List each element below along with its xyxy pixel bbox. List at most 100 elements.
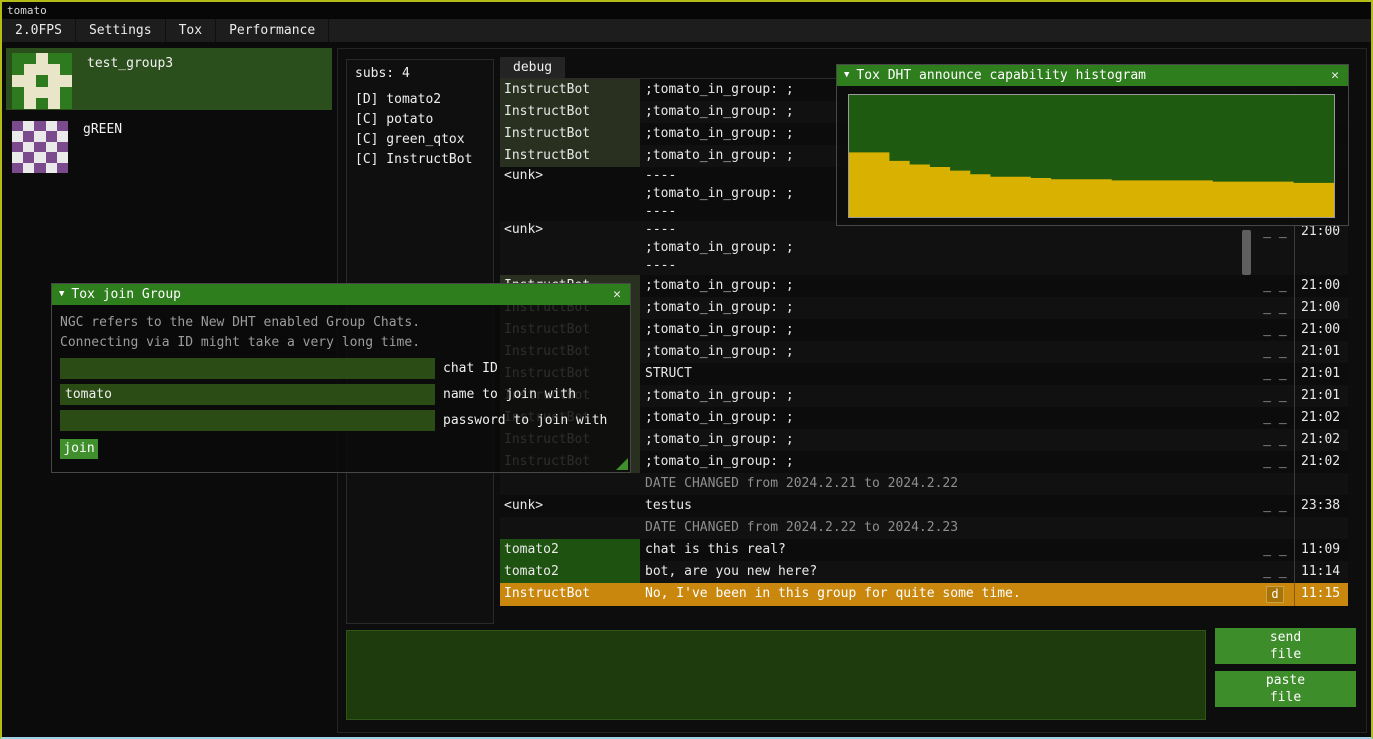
message-text: STRUCT (640, 363, 1256, 385)
chat-message-row[interactable]: InstructBot No, I've been in this group … (500, 583, 1348, 606)
chat-message-row[interactable]: DATE CHANGED from 2024.2.22 to 2024.2.23 (500, 517, 1348, 539)
message-flags: _ _ (1256, 275, 1294, 297)
message-flags: _ _ (1256, 539, 1294, 561)
message-timestamp: 21:02 (1294, 451, 1348, 473)
window-titlebar: tomato (2, 2, 1371, 19)
close-icon[interactable]: ✕ (1329, 65, 1341, 86)
chat-scrollbar-thumb[interactable] (1242, 230, 1251, 275)
message-text: ;tomato_in_group: ; (640, 297, 1256, 319)
dht-histogram-titlebar: ▼ Tox DHT announce capability histogram … (837, 65, 1348, 86)
chat-message-row[interactable]: tomato2 bot, are you new here? _ _ 11:14 (500, 561, 1348, 583)
message-flags: _ _ (1256, 429, 1294, 451)
message-timestamp: 21:02 (1294, 429, 1348, 451)
message-timestamp (1294, 517, 1348, 539)
message-flags: _ _ (1256, 319, 1294, 341)
message-flags: _ _ (1256, 385, 1294, 407)
message-sender: InstructBot (500, 583, 640, 606)
join-group-window: ▼ Tox join Group ✕ NGC refers to the New… (52, 284, 630, 472)
menu-item-settings[interactable]: Settings (76, 19, 166, 42)
message-sender: <unk> (500, 167, 640, 221)
member-potato[interactable]: [C] potato (347, 110, 493, 130)
message-sender: <unk> (500, 221, 640, 275)
message-timestamp: 21:01 (1294, 385, 1348, 407)
message-timestamp: 11:09 (1294, 539, 1348, 561)
message-flags: _ _ (1256, 561, 1294, 583)
member-instructbot[interactable]: [C] InstructBot (347, 150, 493, 170)
dht-histogram-window: ▼ Tox DHT announce capability histogram … (837, 65, 1348, 225)
join-group-titlebar: ▼ Tox join Group ✕ (52, 284, 630, 305)
message-timestamp: 21:00 (1294, 275, 1348, 297)
message-flags: _ _ (1256, 221, 1294, 275)
message-timestamp: 21:02 (1294, 407, 1348, 429)
collapse-arrow-icon[interactable]: ▼ (844, 65, 849, 86)
chat-id-label: chat ID (443, 361, 498, 376)
menu-item-performance[interactable]: Performance (216, 19, 329, 42)
subscribers-header: subs: 4 (347, 60, 493, 90)
message-timestamp: 11:15 (1294, 583, 1348, 606)
message-timestamp (1294, 473, 1348, 495)
join-password-label: password to join with (443, 413, 607, 428)
message-text: ;tomato_in_group: ; (640, 385, 1256, 407)
member-green-qtox[interactable]: [C] green_qtox (347, 130, 493, 150)
message-flags: _ _ (1256, 297, 1294, 319)
chat-message-row[interactable]: <unk> testus _ _ 23:38 (500, 495, 1348, 517)
chat-message-row[interactable]: tomato2 chat is this real? _ _ 11:09 (500, 539, 1348, 561)
message-text: ;tomato_in_group: ; (640, 407, 1256, 429)
fps-counter: 2.0FPS (2, 19, 76, 42)
tab-debug[interactable]: debug (500, 57, 565, 78)
message-text: chat is this real? (640, 539, 1256, 561)
message-timestamp: 21:01 (1294, 363, 1348, 385)
join-group-title: Tox join Group (71, 284, 181, 305)
message-text: ;tomato_in_group: ; (640, 275, 1256, 297)
send-file-button-line1: send (1215, 629, 1356, 646)
chat-id-field[interactable] (60, 358, 435, 379)
message-flags: d (1256, 583, 1294, 606)
message-text: ;tomato_in_group: ; (640, 451, 1256, 473)
join-name-label: name to join with (443, 387, 576, 402)
message-timestamp: 23:38 (1294, 495, 1348, 517)
histogram-plot-svg (849, 95, 1334, 217)
message-sender: tomato2 (500, 561, 640, 583)
menu-item-tox[interactable]: Tox (166, 19, 216, 42)
paste-file-button-line1: paste (1215, 672, 1356, 689)
join-name-field[interactable]: tomato (60, 384, 435, 405)
send-file-button-line2: file (1215, 646, 1356, 663)
paste-file-button-line2: file (1215, 689, 1356, 706)
message-flags: _ _ (1256, 407, 1294, 429)
chat-message-row[interactable]: DATE CHANGED from 2024.2.21 to 2024.2.22 (500, 473, 1348, 495)
message-sender: InstructBot (500, 101, 640, 123)
message-flags: _ _ (1256, 363, 1294, 385)
histogram-plot[interactable] (848, 94, 1335, 218)
message-timestamp: 11:14 (1294, 561, 1348, 583)
dht-histogram-title: Tox DHT announce capability histogram (856, 65, 1146, 86)
join-button[interactable]: join (60, 439, 98, 459)
resize-grip[interactable] (616, 458, 628, 470)
message-text: No, I've been in this group for quite so… (640, 583, 1256, 606)
group-avatar (12, 53, 72, 109)
message-sender: <unk> (500, 495, 640, 517)
message-text: testus (640, 495, 1256, 517)
join-password-field[interactable] (60, 410, 435, 431)
message-timestamp: 21:00 (1294, 297, 1348, 319)
send-file-button[interactable]: send file (1215, 628, 1356, 664)
message-timestamp: 21:00 (1294, 221, 1348, 275)
message-flags: _ _ (1256, 451, 1294, 473)
sidebar-item-green[interactable]: gREEN (6, 114, 332, 176)
message-input[interactable] (346, 630, 1206, 720)
chat-message-row[interactable]: <unk> ----;tomato_in_group: ;---- _ _ 21… (500, 221, 1348, 275)
message-flags: _ _ (1256, 495, 1294, 517)
menu-bar: 2.0FPS Settings Tox Performance (2, 19, 1371, 42)
message-sender: InstructBot (500, 79, 640, 101)
collapse-arrow-icon[interactable]: ▼ (59, 284, 64, 305)
message-timestamp: 21:00 (1294, 319, 1348, 341)
group-name: test_group3 (87, 56, 173, 105)
sidebar-item-test-group3[interactable]: test_group3 (6, 48, 332, 110)
close-icon[interactable]: ✕ (611, 284, 623, 305)
join-group-body: NGC refers to the New DHT enabled Group … (52, 305, 630, 472)
message-timestamp: 21:01 (1294, 341, 1348, 363)
paste-file-button[interactable]: paste file (1215, 671, 1356, 707)
message-sender (500, 473, 640, 495)
message-text: DATE CHANGED from 2024.2.21 to 2024.2.22 (640, 473, 1256, 495)
message-text: ;tomato_in_group: ; (640, 341, 1256, 363)
member-tomato2[interactable]: [D] tomato2 (347, 90, 493, 110)
